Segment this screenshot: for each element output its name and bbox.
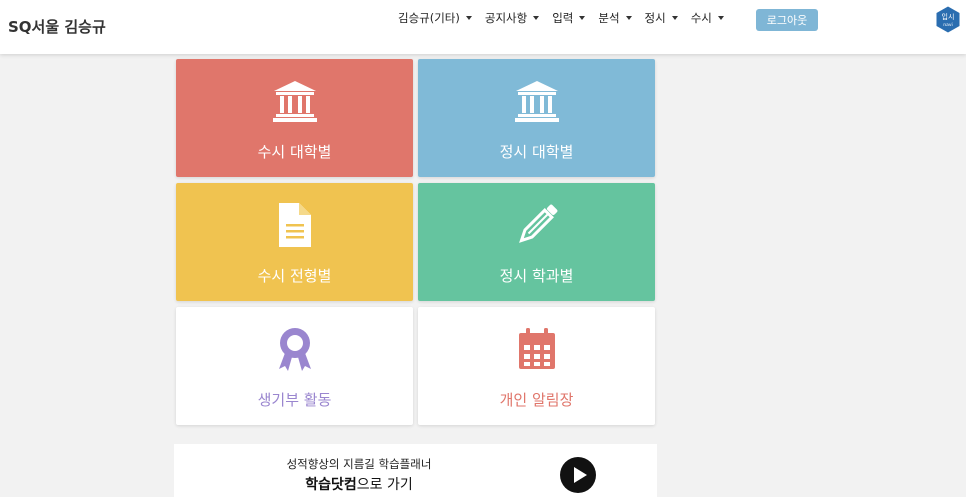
caret-down-icon bbox=[465, 16, 472, 20]
tile-regular-by-university[interactable]: 정시 대학별 bbox=[418, 59, 655, 177]
banner-subtitle: 성적향상의 지름길 학습플래너 bbox=[286, 457, 432, 471]
menu-user[interactable]: 김승규(기타) bbox=[398, 10, 472, 26]
tile-regular-by-department[interactable]: 정시 학과별 bbox=[418, 183, 655, 301]
tile-label: 개인 알림장 bbox=[499, 391, 574, 409]
banner-title-rest: 으로 가기 bbox=[356, 477, 413, 493]
tile-personal-notice-board[interactable]: 개인 알림장 bbox=[418, 307, 655, 425]
caret-down-icon bbox=[717, 16, 724, 20]
menu-early[interactable]: 수시 bbox=[691, 10, 724, 26]
menu-notices-label: 공지사항 bbox=[484, 11, 528, 25]
menu-analysis[interactable]: 분석 bbox=[598, 10, 632, 26]
tile-early-by-admission-type[interactable]: 수시 전형별 bbox=[176, 183, 413, 301]
menu-early-label: 수시 bbox=[690, 11, 712, 25]
play-icon[interactable] bbox=[560, 457, 596, 493]
menu-notices[interactable]: 공지사항 bbox=[484, 10, 540, 26]
tile-label: 생기부 활동 bbox=[257, 391, 332, 409]
banner-title-bold: 학습닷컴 bbox=[305, 477, 357, 493]
tile-label: 정시 대학별 bbox=[499, 143, 574, 161]
menu-user-label: 김승규(기타) bbox=[398, 11, 460, 25]
menu-input[interactable]: 입력 bbox=[552, 10, 586, 26]
caret-down-icon bbox=[579, 16, 586, 20]
study-planner-banner[interactable]: 성적향상의 지름길 학습플래너 학습닷컴으로 가기 bbox=[174, 444, 657, 497]
pencil-icon bbox=[518, 204, 557, 243]
top-navbar: SQ서울 김승규 김승규(기타) 공지사항 입력 분석 정시 수시 로그아웃 입… bbox=[0, 0, 966, 54]
menu-regular-label: 정시 bbox=[644, 11, 666, 25]
award-icon bbox=[278, 328, 311, 371]
brand-title[interactable]: SQ서울 김승규 bbox=[8, 16, 106, 37]
menu-analysis-label: 분석 bbox=[598, 11, 620, 25]
calendar-icon bbox=[518, 328, 555, 369]
university-icon bbox=[272, 81, 317, 122]
tile-school-record-activities[interactable]: 생기부 활동 bbox=[176, 307, 413, 425]
tile-label: 수시 전형별 bbox=[257, 267, 332, 285]
caret-down-icon bbox=[625, 16, 632, 20]
tile-label: 수시 대학별 bbox=[257, 143, 332, 161]
logo-text-top: 입시 bbox=[942, 13, 955, 21]
tile-early-by-university[interactable]: 수시 대학별 bbox=[176, 59, 413, 177]
tile-label: 정시 학과별 bbox=[499, 267, 574, 285]
banner-title: 학습닷컴으로 가기 bbox=[174, 474, 544, 494]
logout-button[interactable]: 로그아웃 bbox=[756, 9, 818, 31]
university-icon bbox=[514, 81, 559, 122]
site-logo[interactable]: 입시 navi bbox=[936, 6, 960, 33]
menu-regular[interactable]: 정시 bbox=[645, 10, 678, 26]
caret-down-icon bbox=[533, 16, 540, 20]
logo-text-bottom: navi bbox=[943, 22, 953, 28]
document-icon bbox=[278, 203, 311, 247]
caret-down-icon bbox=[671, 16, 678, 20]
menu-input-label: 입력 bbox=[552, 11, 574, 25]
main-menu: 김승규(기타) 공지사항 입력 분석 정시 수시 bbox=[398, 10, 737, 26]
